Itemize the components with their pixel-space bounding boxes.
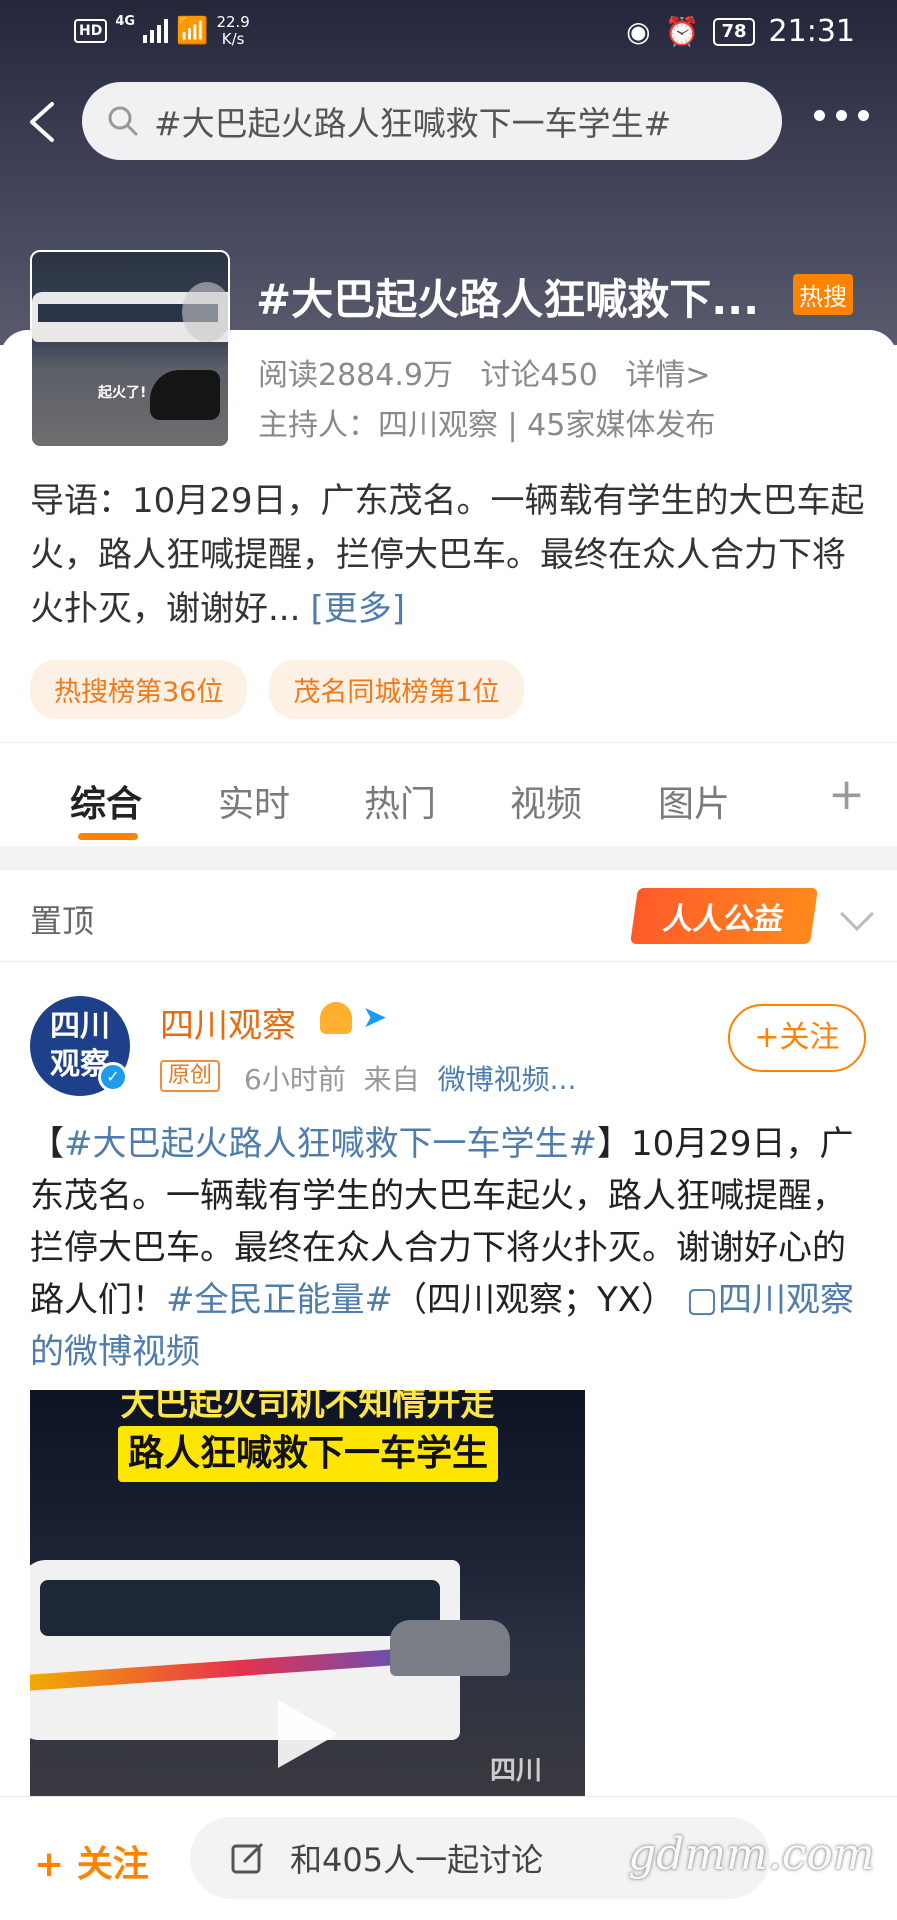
paper-plane-icon: ➤ [362, 1000, 388, 1035]
verified-icon: ✓ [98, 1062, 128, 1092]
post-hashtag[interactable]: #大巴起火路人狂喊救下一车学生# [64, 1124, 597, 1164]
tab-pictures[interactable]: 图片 [658, 775, 730, 827]
hd-icon: HD [74, 19, 108, 43]
topic-thumbnail[interactable]: 起火了! [30, 250, 230, 448]
hot-rank-tag[interactable]: 热搜榜第36位 [30, 660, 248, 719]
divider [0, 846, 897, 870]
author-badges: ➤ [320, 1002, 396, 1034]
topic-host[interactable]: 主持人：四川观察 | 45家媒体发布 [258, 400, 715, 444]
eye-icon: ◉ [626, 15, 651, 48]
tab-video[interactable]: 视频 [510, 775, 582, 827]
original-badge: 原创 [160, 1060, 221, 1092]
bottom-follow-button[interactable]: + 关注 [34, 1835, 149, 1887]
search-bar[interactable]: #大巴起火路人狂喊救下一车学生# [82, 82, 782, 160]
rank-tags: 热搜榜第36位 茂名同城榜第1位 [30, 660, 524, 719]
post-text: 【#大巴起火路人狂喊救下一车学生#】10月29日，广东茂名。一辆载有学生的大巴车… [30, 1124, 854, 1372]
search-query: #大巴起火路人狂喊救下一车学生# [154, 104, 672, 143]
back-arrow-icon[interactable] [24, 100, 64, 144]
battery-indicator: 78 [713, 17, 755, 46]
bottom-bar: + 关注 和405人一起讨论 gdmm.com [0, 1796, 897, 1920]
more-options-icon[interactable] [814, 110, 869, 121]
video-player[interactable]: 大巴起火司机不知情开走 路人狂喊救下一车学生 四川 [30, 1390, 585, 1800]
local-rank-tag[interactable]: 茂名同城榜第1位 [269, 660, 524, 719]
clock: 21:31 [768, 14, 855, 49]
edit-icon [231, 1842, 264, 1874]
topic-title: #大巴起火路人狂喊救下... [256, 275, 760, 324]
alarm-icon: ⏰ [664, 15, 700, 48]
charity-banner[interactable]: 人人公益 [630, 888, 818, 944]
member-crown-icon [320, 1002, 352, 1034]
topic-stats: 阅读2884.9万 讨论450 详情> [258, 350, 728, 394]
status-bar: HD 4G 📶 22.9 K/s ◉ ⏰ 78 21:31 [0, 0, 897, 64]
search-icon [108, 106, 138, 136]
post-source[interactable]: 微博视频... [438, 1063, 577, 1096]
network-speed: 22.9 K/s [216, 13, 250, 48]
topic-intro: 导语：10月29日，广东茂名。一辆载有学生的大巴车起火，路人狂喊提醒，拦停大巴车… [30, 481, 865, 629]
video-watermark: 四川 [490, 1756, 543, 1786]
video-camera-icon: ▢ [685, 1280, 718, 1320]
post-meta: 6小时前 来自 微博视频... [244, 1063, 577, 1096]
site-watermark: gdmm.com [628, 1829, 875, 1880]
chevron-down-icon[interactable] [840, 897, 874, 931]
details-link[interactable]: 详情> [625, 358, 710, 393]
signal-icon [143, 19, 169, 43]
tab-realtime[interactable]: 实时 [218, 775, 290, 827]
discussion-count: 讨论450 [480, 358, 598, 393]
intro-more-link[interactable]: [更多] [310, 589, 405, 629]
tab-comprehensive[interactable]: 综合 [70, 775, 142, 827]
play-icon[interactable] [278, 1700, 338, 1768]
pinned-label: 置顶 [30, 902, 95, 940]
thumbnail-caption: 起火了! [98, 385, 147, 401]
video-caption-top: 大巴起火司机不知情开走 [120, 1390, 495, 1424]
post-hashtag-2[interactable]: #全民正能量# [166, 1280, 393, 1320]
feed-tabs: 综合 实时 热门 视频 图片 + [0, 742, 897, 846]
tab-hot[interactable]: 热门 [364, 775, 436, 827]
read-count: 阅读2884.9万 [258, 358, 453, 393]
post-author[interactable]: 四川观察 [160, 998, 296, 1047]
active-tab-indicator [78, 833, 138, 840]
wifi-icon: 📶 [176, 16, 209, 46]
network-type: 4G [115, 14, 136, 29]
pinned-row: 置顶 人人公益 [0, 870, 897, 962]
add-tab-icon[interactable]: + [828, 773, 865, 817]
hot-search-badge: 热搜 [793, 274, 853, 315]
video-caption-main: 路人狂喊救下一车学生 [118, 1426, 498, 1482]
follow-button[interactable]: +关注 [728, 1004, 866, 1072]
